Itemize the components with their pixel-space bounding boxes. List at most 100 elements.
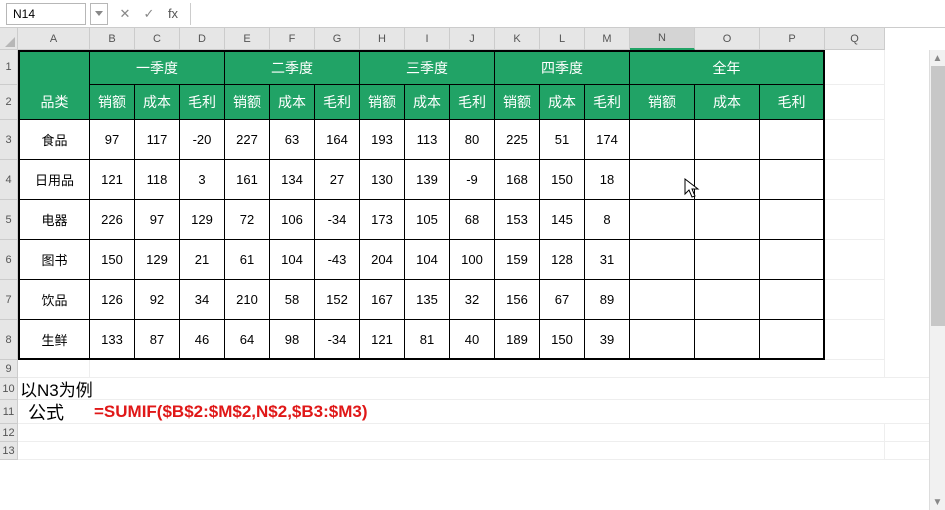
row-header[interactable]: 4 xyxy=(0,160,18,200)
cell[interactable]: 210 xyxy=(225,280,270,320)
cell[interactable] xyxy=(760,320,825,360)
name-box-dropdown[interactable] xyxy=(90,3,108,25)
cell[interactable]: 87 xyxy=(135,320,180,360)
cell[interactable]: 成本 xyxy=(405,85,450,120)
col-header[interactable]: B xyxy=(90,28,135,50)
cell[interactable]: 27 xyxy=(315,160,360,200)
cell[interactable] xyxy=(630,160,695,200)
cell[interactable]: 100 xyxy=(450,240,495,280)
row-header[interactable]: 6 xyxy=(0,240,18,280)
cell[interactable]: 173 xyxy=(360,200,405,240)
cell[interactable]: 电器 xyxy=(18,200,90,240)
cell[interactable]: 食品 xyxy=(18,120,90,160)
cell[interactable]: 销额 xyxy=(225,85,270,120)
cell[interactable]: 193 xyxy=(360,120,405,160)
cell[interactable]: 40 xyxy=(450,320,495,360)
cell[interactable]: 四季度 xyxy=(495,50,630,85)
row-header[interactable]: 2 xyxy=(0,85,18,120)
col-header[interactable]: A xyxy=(18,28,90,50)
cell[interactable]: 图书 xyxy=(18,240,90,280)
col-header[interactable]: K xyxy=(495,28,540,50)
cell[interactable] xyxy=(825,320,885,360)
row-header[interactable]: 3 xyxy=(0,120,18,160)
cell[interactable]: 毛利 xyxy=(450,85,495,120)
cell[interactable] xyxy=(630,240,695,280)
cell[interactable]: 117 xyxy=(135,120,180,160)
cell[interactable] xyxy=(695,200,760,240)
cell[interactable]: 全年 xyxy=(630,50,825,85)
cell[interactable]: 133 xyxy=(90,320,135,360)
select-all[interactable] xyxy=(0,28,18,50)
cell[interactable]: 销额 xyxy=(630,85,695,120)
row-header[interactable]: 13 xyxy=(0,442,18,460)
cell[interactable]: 150 xyxy=(540,160,585,200)
row-header[interactable]: 5 xyxy=(0,200,18,240)
cell[interactable]: 21 xyxy=(180,240,225,280)
cell[interactable]: 饮品 xyxy=(18,280,90,320)
cell[interactable]: 67 xyxy=(540,280,585,320)
cell[interactable] xyxy=(825,240,885,280)
cell[interactable]: 34 xyxy=(180,280,225,320)
cell[interactable]: -20 xyxy=(180,120,225,160)
cell[interactable]: 167 xyxy=(360,280,405,320)
cell[interactable]: 121 xyxy=(360,320,405,360)
cell[interactable] xyxy=(695,280,760,320)
cell[interactable]: 145 xyxy=(540,200,585,240)
cell[interactable]: 以N3为例 xyxy=(18,378,885,400)
cell[interactable]: 68 xyxy=(450,200,495,240)
cell[interactable]: 81 xyxy=(405,320,450,360)
cell[interactable] xyxy=(825,200,885,240)
cell[interactable]: 104 xyxy=(270,240,315,280)
cell[interactable] xyxy=(760,240,825,280)
cell[interactable]: 51 xyxy=(540,120,585,160)
cell[interactable]: 174 xyxy=(585,120,630,160)
cell[interactable]: 129 xyxy=(180,200,225,240)
cell[interactable]: -34 xyxy=(315,320,360,360)
vertical-scrollbar[interactable]: ▲ ▼ xyxy=(929,50,945,510)
cell[interactable]: 227 xyxy=(225,120,270,160)
col-header[interactable]: P xyxy=(760,28,825,50)
cell[interactable]: 39 xyxy=(585,320,630,360)
row-header[interactable]: 8 xyxy=(0,320,18,360)
cell[interactable]: 毛利 xyxy=(180,85,225,120)
cell[interactable] xyxy=(630,280,695,320)
cell[interactable] xyxy=(90,360,885,378)
cell[interactable]: 品类 xyxy=(18,85,90,120)
cell[interactable] xyxy=(825,50,885,85)
col-header[interactable]: E xyxy=(225,28,270,50)
cell[interactable]: 153 xyxy=(495,200,540,240)
cell[interactable]: 销额 xyxy=(360,85,405,120)
scroll-down-icon[interactable]: ▼ xyxy=(930,494,945,510)
cell[interactable] xyxy=(760,200,825,240)
cell[interactable]: 106 xyxy=(270,200,315,240)
cell[interactable] xyxy=(695,120,760,160)
cell[interactable]: 销额 xyxy=(495,85,540,120)
cell[interactable]: 156 xyxy=(495,280,540,320)
cell[interactable]: 32 xyxy=(450,280,495,320)
cell[interactable] xyxy=(825,120,885,160)
cell[interactable] xyxy=(695,240,760,280)
cell[interactable]: -9 xyxy=(450,160,495,200)
cell[interactable]: 72 xyxy=(225,200,270,240)
col-header[interactable]: J xyxy=(450,28,495,50)
cell[interactable]: 168 xyxy=(495,160,540,200)
cell[interactable]: 128 xyxy=(540,240,585,280)
cell[interactable]: 80 xyxy=(450,120,495,160)
col-header[interactable]: F xyxy=(270,28,315,50)
scroll-up-icon[interactable]: ▲ xyxy=(930,50,945,66)
row-header[interactable]: 7 xyxy=(0,280,18,320)
cell[interactable]: 97 xyxy=(90,120,135,160)
cell[interactable] xyxy=(630,320,695,360)
cell[interactable]: 226 xyxy=(90,200,135,240)
cell[interactable]: 164 xyxy=(315,120,360,160)
col-header[interactable]: Q xyxy=(825,28,885,50)
cell[interactable]: 一季度 xyxy=(90,50,225,85)
cell[interactable]: 204 xyxy=(360,240,405,280)
cell[interactable]: 31 xyxy=(585,240,630,280)
col-header[interactable]: M xyxy=(585,28,630,50)
col-header[interactable]: I xyxy=(405,28,450,50)
cell[interactable]: 121 xyxy=(90,160,135,200)
formula-input[interactable] xyxy=(190,3,945,25)
col-header[interactable]: D xyxy=(180,28,225,50)
scroll-thumb[interactable] xyxy=(931,66,945,326)
